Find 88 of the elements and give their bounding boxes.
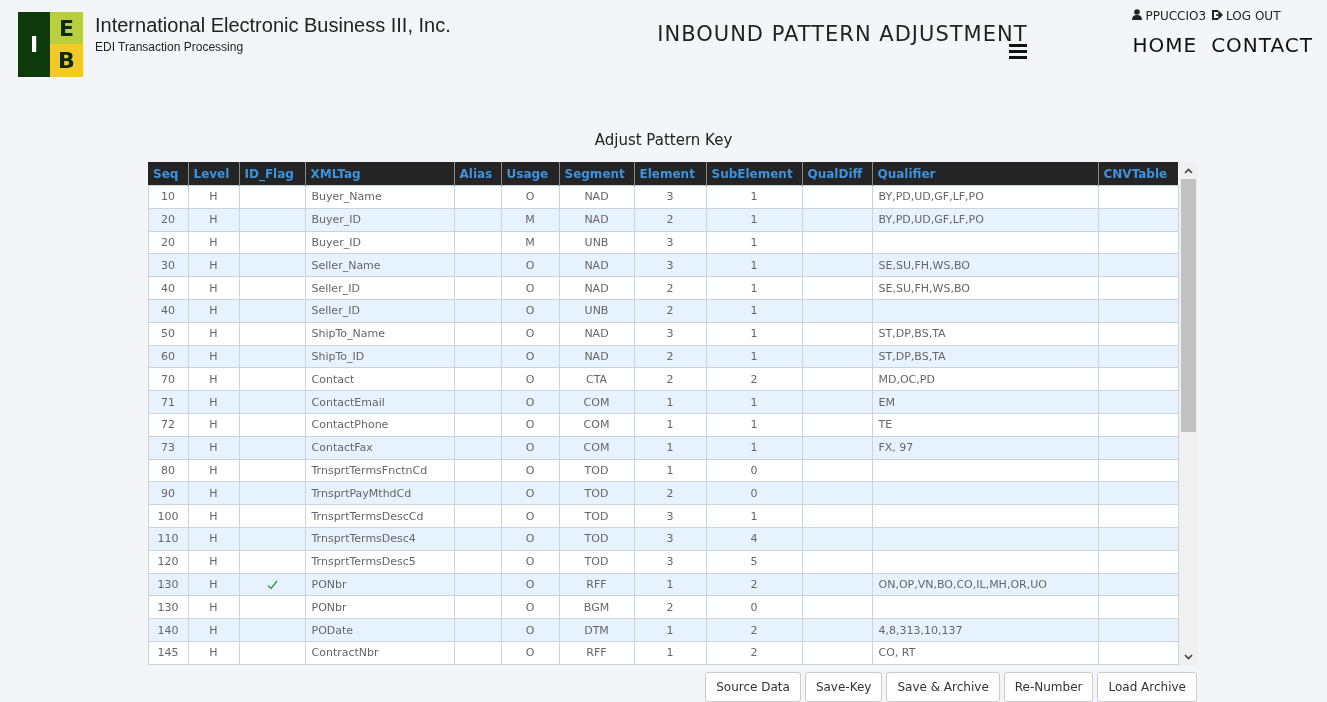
table-cell: TrnsprtTermsDesc5 <box>305 550 454 574</box>
table-cell: TrnsprtTermsFnctnCd <box>305 459 454 482</box>
logo-letter: I <box>18 12 50 77</box>
table-cell: 3 <box>634 185 706 209</box>
table-cell: 71 <box>148 390 188 414</box>
column-header[interactable]: Qualifier <box>872 162 1098 186</box>
column-header[interactable]: Alias <box>454 162 501 186</box>
table-cell: TE <box>872 413 1098 437</box>
nav-link[interactable]: CONTACT <box>1211 33 1313 57</box>
action-button[interactable]: Source Data <box>705 672 801 702</box>
table-cell: ST,DP,BS,TA <box>872 345 1098 368</box>
column-header[interactable]: CNVTable <box>1098 162 1178 186</box>
column-header[interactable]: XMLTag <box>305 162 454 186</box>
tagline: EDI Transaction Processing <box>95 40 245 54</box>
table-cell: 130 <box>148 573 188 596</box>
table-cell: 60 <box>148 345 188 368</box>
table-cell: H <box>188 185 239 209</box>
column-header[interactable]: SubElement <box>706 162 802 186</box>
table-cell: ContactFax <box>305 436 454 460</box>
action-button[interactable]: Load Archive <box>1097 672 1197 702</box>
table-cell: 73 <box>148 436 188 460</box>
column-header[interactable]: Seq <box>148 162 188 186</box>
company-name: International Electronic Business III, Inc. <box>95 14 451 37</box>
table-cell: SE,SU,FH,WS,BO <box>872 276 1098 300</box>
table-cell: 40 <box>148 276 188 300</box>
table-cell: 20 <box>148 208 188 232</box>
table-cell: 100 <box>148 504 188 528</box>
table-cell: Buyer_ID <box>305 208 454 232</box>
username: PPUCCIO3 <box>1145 9 1207 23</box>
table-cell: ShipTo_Name <box>305 322 454 346</box>
table-cell: 20 <box>148 231 188 254</box>
logout-link[interactable]: LOG OUT <box>1226 9 1281 23</box>
column-header[interactable]: Usage <box>501 162 559 186</box>
table-cell: ShipTo_ID <box>305 345 454 368</box>
action-button[interactable]: Save-Key <box>804 672 883 702</box>
column-header[interactable]: QualDiff <box>802 162 872 186</box>
table-cell: 145 <box>148 641 188 665</box>
table-cell: TrnsprtTermsDesc4 <box>305 527 454 551</box>
table-cell: 10 <box>148 185 188 209</box>
table-cell: TrnsprtPayMthdCd <box>305 481 454 505</box>
page-title: INBOUND PATTERN ADJUSTMENT <box>657 22 1028 46</box>
table-cell: ContactPhone <box>305 413 454 437</box>
table-cell: PODate <box>305 618 454 642</box>
nav-link[interactable]: HOME <box>1132 33 1198 57</box>
table-cell: 120 <box>148 550 188 574</box>
table-cell: Buyer_ID <box>305 231 454 254</box>
table-cell: ON,OP,VN,BO,CO,IL,MH,OR,UO <box>872 573 1098 596</box>
action-button[interactable]: Re-Number <box>1003 672 1094 702</box>
table-cell: Seller_ID <box>305 276 454 300</box>
table-cell: CO, RT <box>872 641 1098 665</box>
column-header[interactable]: Element <box>634 162 706 186</box>
table-cell: ST,DP,BS,TA <box>872 322 1098 346</box>
table-cell: PONbr <box>305 595 454 619</box>
table-cell: O <box>501 185 559 209</box>
section-title: Adjust Pattern Key <box>594 131 733 149</box>
logo-letter: B <box>50 44 83 77</box>
table-cell: 50 <box>148 322 188 346</box>
table-cell: 110 <box>148 527 188 551</box>
table-cell: Seller_ID <box>305 299 454 323</box>
table-cell: 90 <box>148 481 188 505</box>
table-cell: 4,8,313,10,137 <box>872 618 1098 642</box>
table-cell: 80 <box>148 459 188 482</box>
table-cell: 70 <box>148 367 188 391</box>
table-cell: Buyer_Name <box>305 185 454 209</box>
table-cell: 30 <box>148 253 188 277</box>
table-cell: 140 <box>148 618 188 642</box>
table-cell: 1 <box>706 185 802 209</box>
table-cell: TrnsprtTermsDescCd <box>305 504 454 528</box>
table-cell: FX, 97 <box>872 436 1098 460</box>
table-cell: NAD <box>559 185 634 209</box>
column-header[interactable]: Level <box>188 162 239 186</box>
column-header[interactable]: ID_Flag <box>239 162 305 186</box>
logo-letter: E <box>50 12 83 44</box>
table-cell: ContactEmail <box>305 390 454 414</box>
table-cell: PONbr <box>305 573 454 596</box>
table-cell: SE,SU,FH,WS,BO <box>872 253 1098 277</box>
table-cell: Contact <box>305 367 454 391</box>
table-cell: BY,PD,UD,GF,LF,PO <box>872 208 1098 232</box>
table-cell: BY,PD,UD,GF,LF,PO <box>872 185 1098 209</box>
table-cell: MD,OC,PD <box>872 367 1098 391</box>
table-cell: EM <box>872 390 1098 414</box>
table-cell: 40 <box>148 299 188 323</box>
table-cell: 72 <box>148 413 188 437</box>
column-header[interactable]: Segment <box>559 162 634 186</box>
table-cell: Seller_Name <box>305 253 454 277</box>
table-cell: ContractNbr <box>305 641 454 665</box>
action-button[interactable]: Save & Archive <box>886 672 1000 702</box>
table-cell: 130 <box>148 595 188 619</box>
